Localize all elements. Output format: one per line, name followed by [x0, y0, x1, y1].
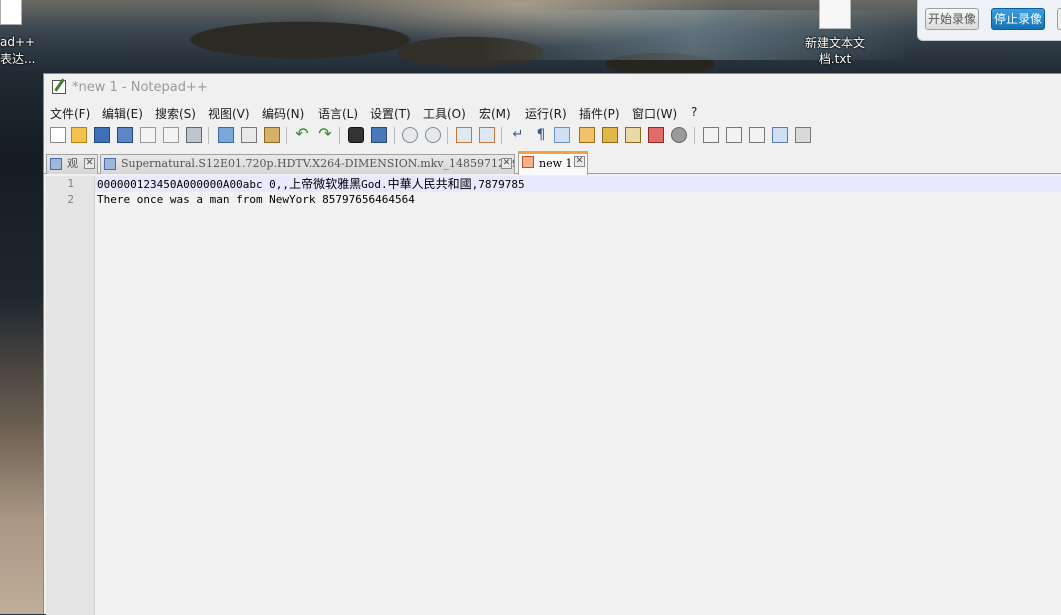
menu-run[interactable]: 运行(R): [525, 105, 567, 122]
record-macro-icon[interactable]: [703, 127, 719, 143]
text-area[interactable]: [95, 176, 1061, 615]
save-all-icon[interactable]: [117, 127, 133, 143]
stop-recording-button[interactable]: 停止录像: [991, 8, 1045, 30]
title-bar[interactable]: *new 1 - Notepad++: [44, 74, 1061, 102]
line-number: 2: [67, 193, 74, 206]
start-recording-button[interactable]: 开始录像: [925, 8, 979, 30]
line-number: 1: [67, 177, 74, 190]
tab-close-icon[interactable]: ✕: [574, 156, 585, 167]
saved-file-icon: [50, 158, 62, 170]
menu-help[interactable]: ?: [691, 105, 697, 119]
comment-icon[interactable]: [671, 127, 687, 143]
tab-label: 观: [67, 157, 78, 170]
toolbar-separator: [447, 127, 448, 144]
print-icon[interactable]: [186, 127, 202, 143]
menu-bar: 文件(F) 编辑(E) 搜索(S) 视图(V) 编码(N) 语言(L) 设置(T…: [44, 103, 1061, 123]
redo-icon[interactable]: ↷: [317, 126, 333, 143]
editor-line-2[interactable]: There once was a man from NewYork 857976…: [95, 192, 1061, 208]
line-text: 000000123450A000000A00abc 0,,: [97, 178, 290, 191]
close-all-icon[interactable]: [163, 127, 179, 143]
zoom-out-icon[interactable]: [425, 127, 441, 143]
copy-icon[interactable]: [241, 127, 257, 143]
line-number-gutter: 1 2: [46, 176, 95, 615]
new-file-icon[interactable]: [50, 127, 66, 143]
menu-settings[interactable]: 设置(T): [370, 105, 411, 122]
play-macro-icon[interactable]: [749, 127, 765, 143]
desktop-label-line2: 表达...: [0, 52, 36, 66]
notepadpp-window: *new 1 - Notepad++ 文件(F) 编辑(E) 搜索(S) 视图(…: [43, 73, 1061, 615]
monitor-icon[interactable]: [648, 127, 664, 143]
desktop-file-new-text[interactable]: 新建文本文档.txt: [800, 0, 870, 67]
window-title: *new 1 - Notepad++: [72, 80, 208, 95]
line-text: God.: [361, 178, 388, 191]
toolbar-separator: [501, 127, 502, 144]
toolbar-separator: [208, 127, 209, 144]
sync-v-icon[interactable]: [456, 127, 472, 143]
line-text-cjk: 中華人民共和國: [387, 177, 472, 191]
menu-search[interactable]: 搜索(S): [155, 105, 196, 122]
notepadpp-app-icon: [52, 80, 66, 94]
tab-label: new 1: [539, 157, 573, 170]
word-wrap-icon[interactable]: ↵: [510, 127, 526, 143]
toolbar-separator: [694, 127, 695, 144]
close-icon[interactable]: [140, 127, 156, 143]
find-icon[interactable]: [348, 127, 364, 143]
function-list-icon[interactable]: [602, 127, 618, 143]
saved-file-icon: [104, 158, 116, 170]
tab-bar: 观 ✕ Supernatural.S12E01.720p.HDTV.X264-D…: [44, 151, 1061, 175]
tab-label: Supernatural.S12E01.720p.HDTV.X264-DIMEN…: [121, 157, 515, 170]
indent-guide-icon[interactable]: [554, 127, 570, 143]
tab-close-icon[interactable]: ✕: [84, 158, 95, 169]
toolbar-separator: [339, 127, 340, 144]
tab-file-2[interactable]: Supernatural.S12E01.720p.HDTV.X264-DIMEN…: [100, 154, 515, 174]
paste-icon[interactable]: [264, 127, 280, 143]
menu-macro[interactable]: 宏(M): [479, 105, 511, 122]
menu-window[interactable]: 窗口(W): [632, 105, 677, 122]
show-all-chars-icon[interactable]: ¶: [533, 127, 549, 143]
menu-file[interactable]: 文件(F): [50, 105, 90, 122]
save-icon[interactable]: [94, 127, 110, 143]
tab-close-icon[interactable]: ✕: [501, 158, 512, 169]
stop-record-icon[interactable]: [726, 127, 742, 143]
unsaved-file-icon: [522, 156, 534, 168]
sync-h-icon[interactable]: [479, 127, 495, 143]
editor-line-1[interactable]: 000000123450A000000A00abc 0,,上帝微软雅黑God.中…: [95, 176, 1061, 192]
tab-new-1[interactable]: new 1 ✕: [518, 151, 588, 175]
zoom-in-icon[interactable]: [402, 127, 418, 143]
tab-file-1[interactable]: 观 ✕: [46, 154, 98, 174]
menu-plugins[interactable]: 插件(P): [579, 105, 620, 122]
toolbar-separator: [286, 127, 287, 144]
editor-pane[interactable]: 1 2 000000123450A000000A00abc 0,,上帝微软雅黑G…: [46, 176, 1061, 615]
replace-icon[interactable]: [371, 127, 387, 143]
cut-icon[interactable]: [218, 127, 234, 143]
undo-icon[interactable]: ↶: [294, 126, 310, 143]
open-file-icon[interactable]: [71, 127, 87, 143]
run-macro-multiple-icon[interactable]: [772, 127, 788, 143]
desktop-file-label: 新建文本文档.txt: [804, 36, 865, 66]
folder-workspace-icon[interactable]: [625, 127, 641, 143]
menu-edit[interactable]: 编辑(E): [102, 105, 143, 122]
toolbar: ↶ ↷ ↵ ¶: [44, 124, 1061, 146]
screen-recorder-widget: 开始录像 停止录像: [917, 0, 1061, 41]
doc-map-icon[interactable]: [579, 127, 595, 143]
recorder-extra-button[interactable]: [1057, 8, 1061, 30]
desktop-app-icon[interactable]: [0, 0, 22, 25]
save-macro-icon[interactable]: [795, 127, 811, 143]
menu-encoding[interactable]: 编码(N): [262, 105, 304, 122]
line-text: There once was a man from NewYork 857976…: [97, 193, 415, 206]
menu-language[interactable]: 语言(L): [318, 105, 358, 122]
toolbar-separator: [394, 127, 395, 144]
text-file-icon: [819, 0, 851, 29]
menu-view[interactable]: 视图(V): [208, 105, 250, 122]
menu-tools[interactable]: 工具(O): [423, 105, 466, 122]
line-text-cjk: 上帝微软雅黑: [289, 177, 362, 191]
desktop-icon-label-left[interactable]: ad++ 表达...: [0, 34, 35, 68]
desktop-label-line1: ad++: [0, 35, 36, 49]
line-text: ,7879785: [471, 178, 525, 191]
